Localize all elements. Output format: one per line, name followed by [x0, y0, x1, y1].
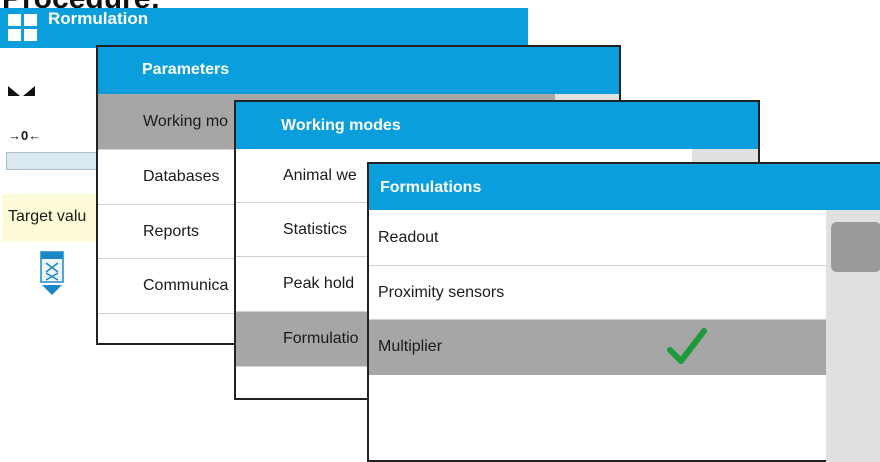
formulations-title: Formulations [380, 179, 482, 196]
formulations-window: Formulations Readout Proximity sensors M… [367, 162, 880, 462]
working-modes-title-bar: Working modes [236, 102, 758, 149]
target-value-label: Target valu [8, 208, 87, 225]
formulations-scroll-thumb[interactable] [831, 222, 880, 272]
stability-marker-icon [8, 86, 35, 96]
formula-keypad-icon[interactable] [40, 251, 64, 297]
formulations-item[interactable]: Readout [369, 210, 826, 266]
formulations-title-bar: Formulations [369, 164, 880, 210]
formulations-scrollbar[interactable] [826, 210, 880, 462]
formulations-item[interactable] [369, 375, 826, 462]
formulations-item-label: Multiplier [378, 338, 443, 355]
formulations-item-selected[interactable]: Multiplier [369, 320, 826, 375]
menu-grid-icon[interactable] [8, 14, 38, 42]
formulations-item[interactable]: Proximity sensors [369, 266, 826, 320]
progress-bar [6, 152, 98, 170]
parameters-title: Parameters [142, 61, 230, 78]
parameters-title-bar: Parameters [98, 47, 619, 94]
zero-marker-icon: →0← [8, 128, 42, 143]
main-title-bar: Rormulation [0, 8, 528, 48]
working-modes-title: Working modes [281, 117, 401, 134]
target-value-strip: Target valu [2, 194, 98, 242]
main-title: Rormulation [48, 9, 149, 28]
checkmark-icon [667, 328, 707, 364]
